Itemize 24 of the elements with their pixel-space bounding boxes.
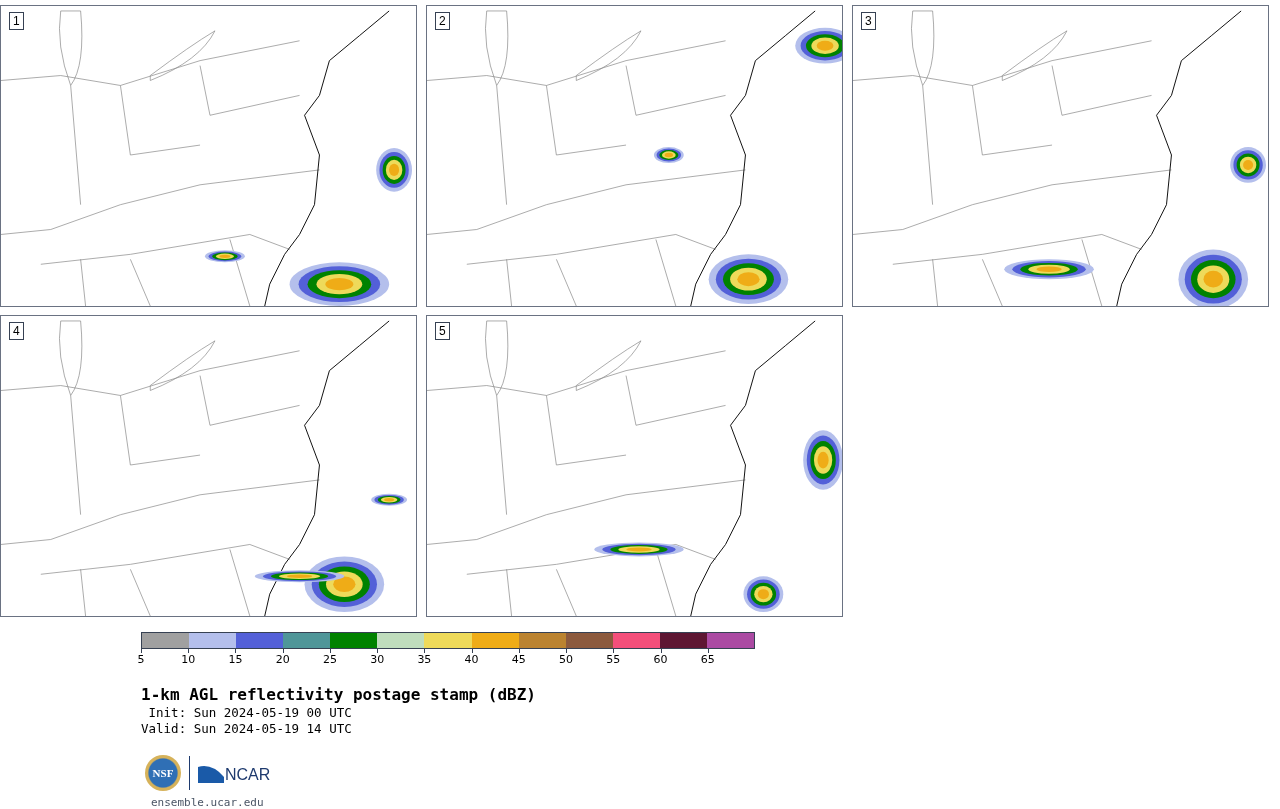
tick-label: 35 [417,654,432,666]
panel-number: 2 [435,12,450,30]
panel-number: 1 [9,12,24,30]
valid-time: Valid: Sun 2024-05-19 14 UTC [141,721,353,737]
panel-number: 4 [9,322,24,340]
website-address: ensemble.ucar.edu [151,795,265,809]
panel-number: 5 [435,322,450,340]
tick-label: 55 [606,654,621,666]
tick-label: 20 [275,654,290,666]
tick-label: 40 [464,654,479,666]
panel-number: 3 [861,12,876,30]
ncar-logo: NCAR [198,763,271,783]
chart-title: 1-km AGL reflectivity postage stamp (dBZ) [141,685,537,705]
nsf-logo: NSF [145,755,181,791]
tick-label: 5 [137,654,145,666]
tick-label: 10 [181,654,196,666]
tick-label: 60 [653,654,668,666]
tick-label: 15 [228,654,243,666]
tick-label: 45 [511,654,526,666]
tick-label: 25 [322,654,337,666]
init-time: Init: Sun 2024-05-19 00 UTC [147,705,353,721]
tick-label: 30 [370,654,385,666]
tick-label: 65 [700,654,715,666]
tick-label: 50 [559,654,574,666]
